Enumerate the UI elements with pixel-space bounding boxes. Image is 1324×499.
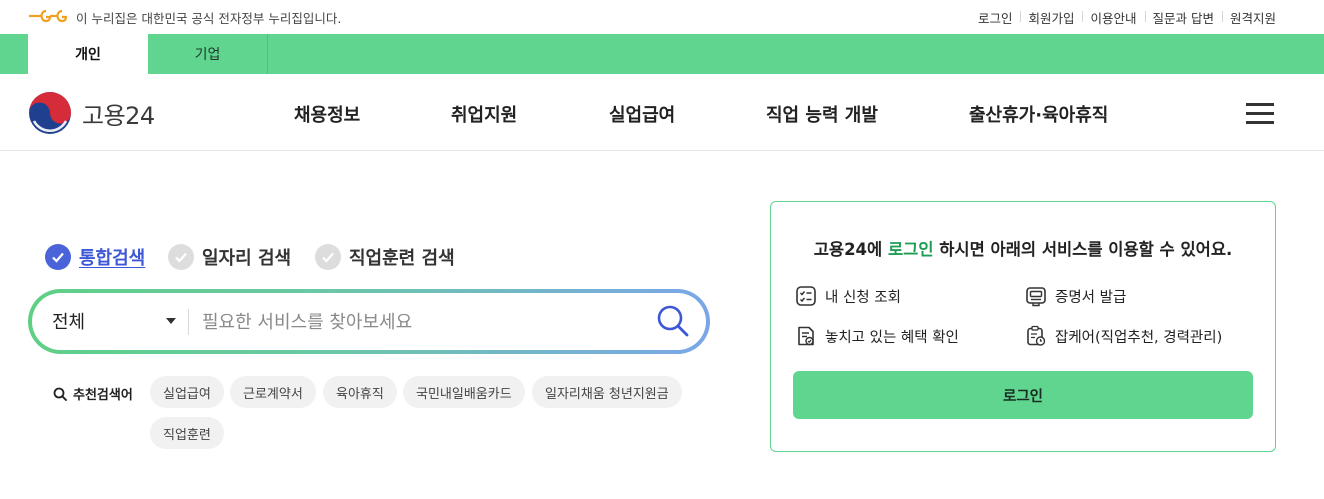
- keyword-chip[interactable]: 실업급여: [150, 376, 224, 408]
- brand-name: 고용24: [82, 101, 155, 130]
- nav-item-jobs[interactable]: 채용정보: [294, 101, 360, 127]
- site-header: 고용24 채용정보 취업지원 실업급여 직업 능력 개발 출산휴가·육아휴직: [0, 74, 1324, 151]
- check-circle-icon: [168, 244, 194, 270]
- search-option-label: 통합검색: [79, 248, 146, 269]
- certificate-icon: [1026, 287, 1046, 307]
- service-label: 잡케어(직업추천, 경력관리): [1055, 329, 1223, 346]
- nav-item-employment-support[interactable]: 취업지원: [451, 101, 517, 127]
- login-card-title-suffix: 하시면 아래의 서비스를 이용할 수 있어요.: [933, 240, 1233, 259]
- search-option-training[interactable]: 직업훈련 검색: [315, 244, 455, 270]
- login-card-title-highlight: 로그인: [887, 240, 934, 259]
- user-type-tabbar: 개인 기업: [0, 34, 1324, 74]
- check-circle-icon: [315, 244, 341, 270]
- util-login-link[interactable]: 로그인: [970, 8, 1021, 27]
- search-box: 전체: [28, 289, 710, 354]
- recommended-keywords-label: 추천검색어: [53, 384, 133, 403]
- brand-logo-link[interactable]: 고용24: [28, 91, 155, 135]
- search-icon: [53, 387, 67, 401]
- hamburger-menu-icon[interactable]: [1246, 103, 1274, 124]
- caret-down-icon[interactable]: [166, 318, 176, 324]
- util-signup-link[interactable]: 회원가입: [1020, 8, 1082, 27]
- tab-personal[interactable]: 개인: [28, 34, 148, 74]
- recommended-label-text: 추천검색어: [73, 388, 133, 403]
- service-my-applications[interactable]: 내 신청 조회: [795, 285, 901, 307]
- keyword-chip[interactable]: 육아휴직: [323, 376, 397, 408]
- document-check-icon: [798, 326, 814, 346]
- search-icon[interactable]: [656, 304, 690, 338]
- service-label: 내 신청 조회: [825, 289, 901, 306]
- utility-links: 로그인 회원가입 이용안내 질문과 답변 원격지원: [970, 8, 1276, 27]
- nav-item-skill-development[interactable]: 직업 능력 개발: [766, 101, 878, 127]
- nav-item-parental-leave[interactable]: 출산휴가·육아휴직: [969, 101, 1108, 127]
- clipboard-clock-icon: [1027, 325, 1046, 346]
- taegeuk-emblem-icon: [29, 92, 71, 134]
- check-circle-icon: [45, 244, 71, 270]
- login-card-title-prefix: 고용24에: [813, 240, 888, 259]
- eg-gov-logo-icon: [29, 9, 68, 23]
- search-option-integrated[interactable]: 통합검색: [45, 244, 145, 270]
- keyword-chip[interactable]: 근로계약서: [230, 376, 316, 408]
- checklist-icon: [796, 286, 816, 306]
- tab-business[interactable]: 기업: [148, 34, 268, 74]
- login-card-title: 고용24에 로그인 하시면 아래의 서비스를 이용할 수 있어요.: [771, 236, 1275, 260]
- util-remote-support-link[interactable]: 원격지원: [1221, 8, 1276, 27]
- search-option-label: 직업훈련 검색: [349, 248, 455, 269]
- keyword-chip[interactable]: 국민내일배움카드: [403, 376, 525, 408]
- login-button[interactable]: 로그인: [793, 371, 1253, 419]
- util-guide-link[interactable]: 이용안내: [1082, 8, 1144, 27]
- search-option-jobs[interactable]: 일자리 검색: [168, 244, 291, 270]
- service-certificates[interactable]: 증명서 발급: [1025, 285, 1126, 307]
- service-jobcare[interactable]: 잡케어(직업추천, 경력관리): [1025, 325, 1222, 347]
- service-label: 증명서 발급: [1055, 289, 1127, 306]
- nav-item-unemployment-benefit[interactable]: 실업급여: [609, 101, 675, 127]
- search-box-inner: 전체: [32, 293, 706, 350]
- keyword-chip[interactable]: 일자리채움 청년지원금: [532, 376, 682, 408]
- search-option-label: 일자리 검색: [202, 248, 292, 269]
- keyword-chip[interactable]: 직업훈련: [150, 417, 224, 449]
- service-missed-benefits[interactable]: 놓치고 있는 혜택 확인: [795, 325, 959, 347]
- search-scope-select[interactable]: 전체: [52, 308, 85, 334]
- util-qna-link[interactable]: 질문과 답변: [1144, 8, 1222, 27]
- search-input[interactable]: [202, 303, 642, 341]
- gov-banner-text: 이 누리집은 대한민국 공식 전자정부 누리집입니다.: [76, 11, 342, 26]
- login-card: 고용24에 로그인 하시면 아래의 서비스를 이용할 수 있어요. 내 신청 조…: [770, 201, 1276, 452]
- gov-banner-bar: 이 누리집은 대한민국 공식 전자정부 누리집입니다. 로그인 회원가입 이용안…: [0, 0, 1324, 34]
- service-label: 놓치고 있는 혜택 확인: [825, 329, 959, 346]
- search-divider: [188, 309, 189, 335]
